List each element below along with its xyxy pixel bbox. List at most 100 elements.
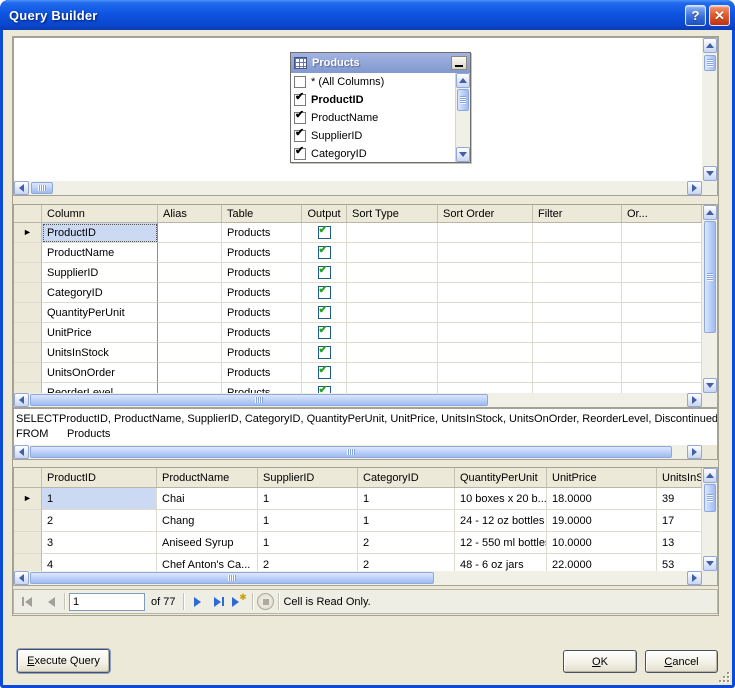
- field-checkbox-checked[interactable]: ✔: [294, 94, 306, 106]
- column-cell[interactable]: UnitsInStock: [42, 343, 158, 363]
- alias-cell[interactable]: [158, 323, 222, 343]
- scroll-left-button[interactable]: [14, 445, 29, 459]
- execute-query-button[interactable]: Execute Query: [17, 649, 110, 673]
- row-selector[interactable]: ►: [14, 223, 42, 243]
- result-cell[interactable]: 1: [42, 488, 157, 510]
- output-checkbox[interactable]: ✔: [318, 286, 331, 299]
- result-cell[interactable]: 1: [258, 510, 358, 532]
- filter-cell[interactable]: [533, 243, 622, 263]
- result-cell[interactable]: 1: [258, 488, 358, 510]
- result-cell[interactable]: 12 - 550 ml bottles: [455, 532, 547, 554]
- column-cell[interactable]: SupplierID: [42, 263, 158, 283]
- or-cell[interactable]: [622, 263, 702, 283]
- header-supplierid[interactable]: SupplierID: [258, 468, 358, 488]
- table-list-scrollbar[interactable]: [455, 73, 470, 162]
- scroll-left-button[interactable]: [14, 181, 29, 195]
- header-productname[interactable]: ProductName: [157, 468, 258, 488]
- sort-type-cell[interactable]: [347, 363, 438, 383]
- result-cell[interactable]: 1: [358, 510, 455, 532]
- add-new-row-button[interactable]: ✱: [230, 593, 248, 611]
- table-cell[interactable]: Products: [222, 363, 302, 383]
- result-cell[interactable]: Chai: [157, 488, 258, 510]
- field-checkbox-checked[interactable]: ✔: [294, 112, 306, 124]
- header-quantityperunit[interactable]: QuantityPerUnit: [455, 468, 547, 488]
- header-alias[interactable]: Alias: [158, 205, 222, 223]
- move-previous-button[interactable]: [42, 593, 60, 611]
- row-selector[interactable]: [14, 532, 42, 554]
- row-selector[interactable]: [14, 323, 42, 343]
- scroll-up-button[interactable]: [703, 205, 717, 220]
- alias-cell[interactable]: [158, 283, 222, 303]
- output-checkbox[interactable]: ✔: [318, 386, 331, 393]
- sort-order-cell[interactable]: [438, 283, 533, 303]
- alias-cell[interactable]: [158, 243, 222, 263]
- result-cell[interactable]: 19.0000: [547, 510, 657, 532]
- scroll-thumb[interactable]: [704, 484, 716, 512]
- table-cell[interactable]: Products: [222, 263, 302, 283]
- criteria-vertical-scrollbar[interactable]: [702, 205, 717, 393]
- scroll-down-button[interactable]: [456, 147, 470, 162]
- sort-order-cell[interactable]: [438, 343, 533, 363]
- results-vertical-scrollbar[interactable]: [702, 468, 717, 571]
- header-table[interactable]: Table: [222, 205, 302, 223]
- result-cell[interactable]: 24 - 12 oz bottles: [455, 510, 547, 532]
- table-cell[interactable]: Products: [222, 303, 302, 323]
- scroll-right-button[interactable]: [687, 393, 702, 407]
- scroll-up-button[interactable]: [703, 38, 717, 53]
- sort-order-cell[interactable]: [438, 363, 533, 383]
- field-checkbox-unchecked[interactable]: [294, 76, 306, 88]
- table-cell[interactable]: Products: [222, 223, 302, 243]
- output-cell[interactable]: ✔: [302, 363, 347, 383]
- sort-type-cell[interactable]: [347, 223, 438, 243]
- sort-order-cell[interactable]: [438, 383, 533, 393]
- scroll-down-button[interactable]: [703, 556, 717, 571]
- output-cell[interactable]: ✔: [302, 263, 347, 283]
- alias-cell[interactable]: [158, 343, 222, 363]
- result-cell[interactable]: 10 boxes x 20 b...: [455, 488, 547, 510]
- row-selector[interactable]: [14, 343, 42, 363]
- column-cell[interactable]: CategoryID: [42, 283, 158, 303]
- field-row-productname[interactable]: ✔ ProductName: [291, 109, 470, 127]
- result-cell[interactable]: 10.0000: [547, 532, 657, 554]
- result-cell[interactable]: 2: [358, 554, 455, 571]
- table-cell[interactable]: Products: [222, 283, 302, 303]
- minimize-button[interactable]: [451, 56, 467, 70]
- or-cell[interactable]: [622, 363, 702, 383]
- diagram-canvas[interactable]: Products * (All Columns) ✔ ProductID: [14, 38, 702, 181]
- scroll-thumb[interactable]: [30, 394, 488, 406]
- row-selector[interactable]: [14, 383, 42, 393]
- alias-cell[interactable]: [158, 223, 222, 243]
- header-sort-type[interactable]: Sort Type: [347, 205, 438, 223]
- or-cell[interactable]: [622, 303, 702, 323]
- sort-type-cell[interactable]: [347, 243, 438, 263]
- products-table-header[interactable]: Products: [291, 53, 470, 73]
- output-checkbox[interactable]: ✔: [318, 226, 331, 239]
- scroll-up-button[interactable]: [703, 468, 717, 483]
- result-cell[interactable]: 1: [358, 488, 455, 510]
- field-row-supplierid[interactable]: ✔ SupplierID: [291, 127, 470, 145]
- help-button[interactable]: ?: [685, 5, 706, 26]
- alias-cell[interactable]: [158, 363, 222, 383]
- header-unitprice[interactable]: UnitPrice: [547, 468, 657, 488]
- row-selector[interactable]: [14, 363, 42, 383]
- diagram-horizontal-scrollbar[interactable]: [14, 181, 702, 195]
- output-checkbox[interactable]: ✔: [318, 246, 331, 259]
- scroll-left-button[interactable]: [14, 393, 29, 407]
- or-cell[interactable]: [622, 223, 702, 243]
- results-horizontal-scrollbar[interactable]: [14, 571, 702, 585]
- filter-cell[interactable]: [533, 383, 622, 393]
- cancel-query-button[interactable]: [257, 593, 274, 610]
- table-cell[interactable]: Products: [222, 343, 302, 363]
- result-cell[interactable]: 39: [657, 488, 702, 510]
- sort-order-cell[interactable]: [438, 263, 533, 283]
- criteria-horizontal-scrollbar[interactable]: [14, 393, 702, 407]
- sort-order-cell[interactable]: [438, 303, 533, 323]
- result-cell[interactable]: 1: [258, 532, 358, 554]
- sort-order-cell[interactable]: [438, 323, 533, 343]
- scroll-thumb[interactable]: [30, 572, 434, 584]
- filter-cell[interactable]: [533, 283, 622, 303]
- output-cell[interactable]: ✔: [302, 223, 347, 243]
- scroll-thumb[interactable]: [31, 182, 53, 194]
- move-last-button[interactable]: [210, 593, 228, 611]
- column-cell[interactable]: ProductName: [42, 243, 158, 263]
